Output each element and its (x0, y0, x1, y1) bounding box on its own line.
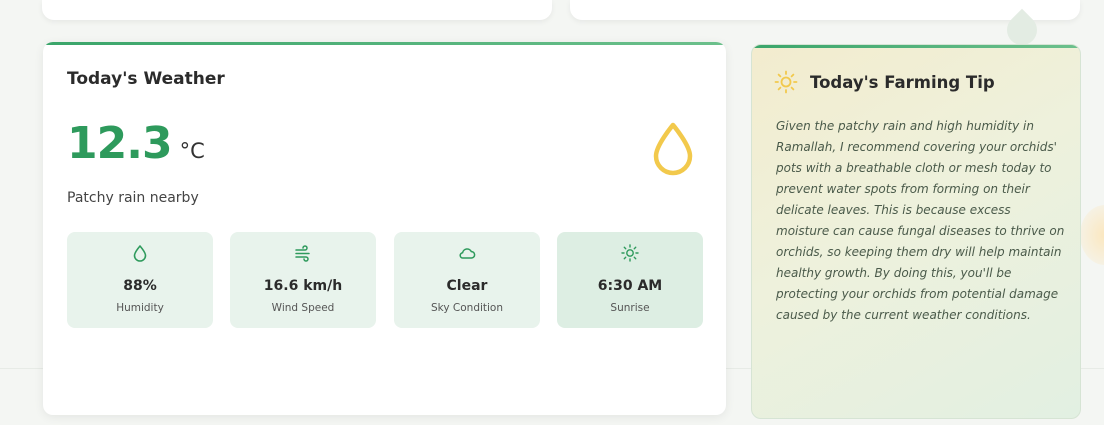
humidity-label: Humidity (116, 302, 164, 314)
humidity-tile: 88% Humidity (67, 232, 213, 328)
sky-condition-tile: Clear Sky Condition (394, 232, 540, 328)
sky-condition-value: Clear (446, 278, 488, 294)
glow-decoration (1080, 205, 1104, 265)
farming-tip-card: Today's Farming Tip Given the patchy rai… (751, 44, 1081, 419)
weather-title: Today's Weather (67, 69, 225, 89)
farming-tip-title: Today's Farming Tip (810, 73, 995, 92)
sunrise-tile: 6:30 AM Sunrise (557, 232, 703, 328)
sun-icon (774, 70, 798, 94)
wind-speed-label: Wind Speed (271, 302, 335, 314)
sky-condition-label: Sky Condition (430, 302, 504, 314)
droplet-icon (133, 245, 147, 262)
top-card-right (570, 0, 1080, 20)
weather-condition: Patchy rain nearby (67, 190, 199, 206)
weather-card: Today's Weather 12.3 °C Patchy rain near… (43, 42, 726, 415)
droplet-icon (653, 122, 693, 176)
temperature-unit: °C (179, 139, 205, 163)
temperature-display: 12.3 °C (67, 118, 205, 169)
wind-icon (295, 245, 310, 262)
wind-speed-value: 16.6 km/h (263, 278, 343, 294)
sunrise-value: 6:30 AM (597, 278, 663, 294)
cloud-icon (459, 248, 476, 259)
farming-tip-text: Given the patchy rain and high humidity … (776, 119, 1065, 322)
top-card-left (42, 0, 552, 20)
sunrise-label: Sunrise (610, 302, 650, 314)
wind-speed-tile: 16.6 km/h Wind Speed (230, 232, 376, 328)
temperature-value: 12.3 (67, 118, 173, 169)
humidity-value: 88% (123, 278, 157, 294)
sun-icon (621, 244, 639, 262)
